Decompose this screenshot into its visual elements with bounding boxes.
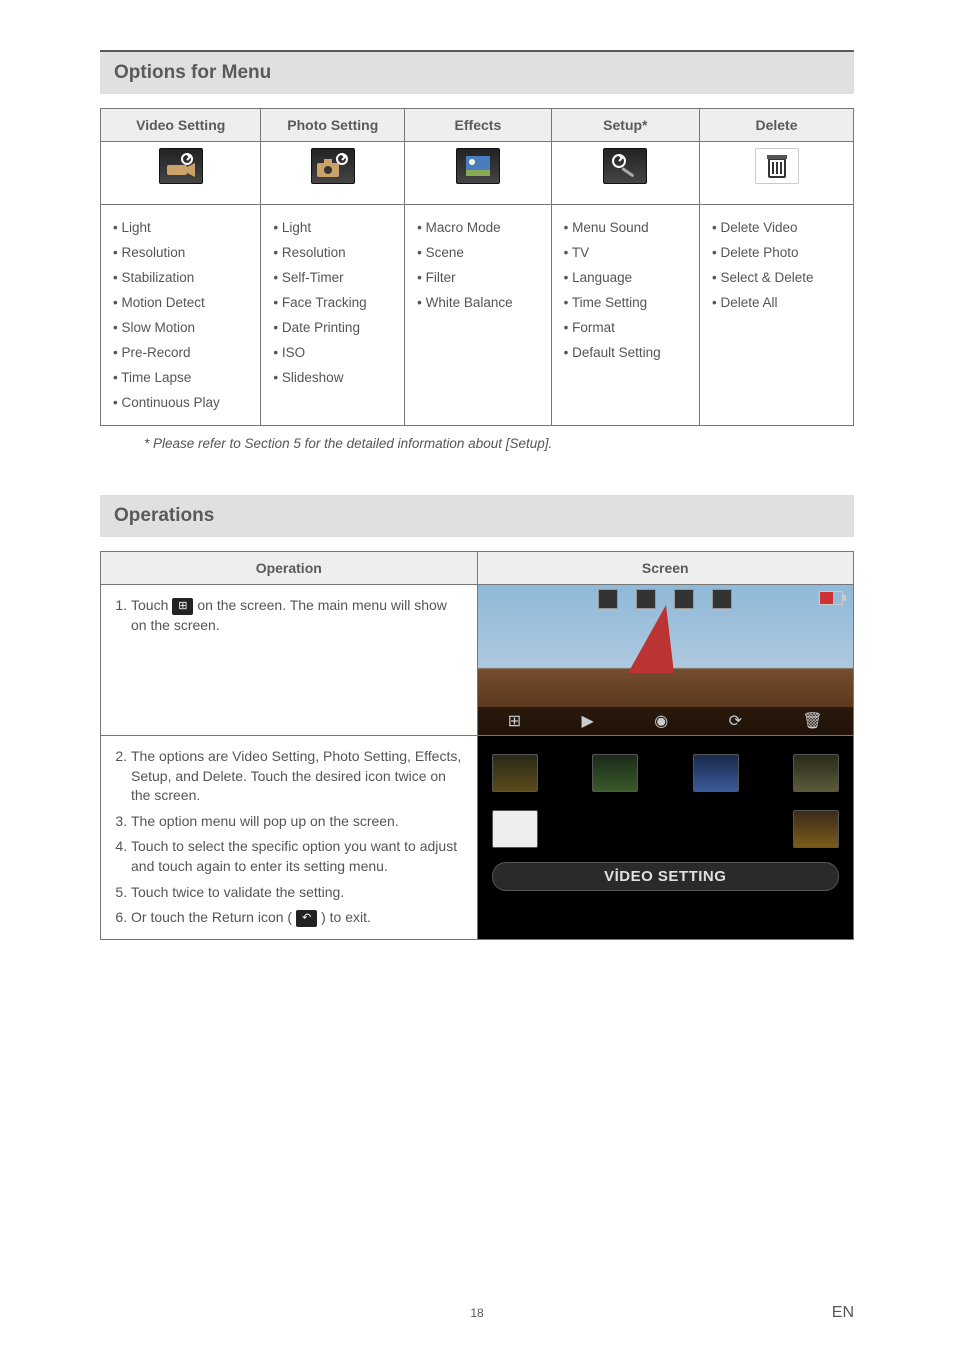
menu-icon[interactable]: ⊞ [508, 711, 521, 731]
opt-item: Resolution [113, 240, 250, 265]
opt-item: Delete Photo [712, 240, 843, 265]
opt-item: Delete Video [712, 215, 843, 240]
section-title-operations: Operations [100, 495, 854, 537]
screen1-bottom-bar: ⊞ ▶ ◉ ⟳ 🗑 [478, 707, 854, 735]
opt-item: Language [564, 265, 689, 290]
trash-icon[interactable]: 🗑 [802, 711, 822, 731]
opt-item: Continuous Play [113, 390, 250, 415]
screen-preview-1: ⊞ ▶ ◉ ⟳ 🗑 [477, 585, 854, 736]
icon-cell-setup [551, 142, 699, 205]
photo-setting-tile[interactable] [592, 754, 638, 792]
flower-icon[interactable] [712, 589, 732, 609]
icon-cell-delete [700, 142, 854, 205]
page-footer: 18 [0, 1304, 954, 1322]
delete-icon [755, 148, 799, 184]
opt-item: TV [564, 240, 689, 265]
menu-grid-icon[interactable]: ⊞ [172, 598, 193, 615]
opts-setup: Menu Sound TV Language Time Setting Form… [551, 205, 699, 426]
col-header-effects: Effects [405, 109, 552, 142]
opt-item: Format [564, 315, 689, 340]
ops-header-operation: Operation [101, 552, 478, 585]
lightning-icon[interactable] [598, 589, 618, 609]
opt-item: Slideshow [273, 365, 394, 390]
video-setting-icon [159, 148, 203, 184]
opt-item: Light [113, 215, 250, 240]
opt-item: Resolution [273, 240, 394, 265]
focus-icon[interactable] [674, 589, 694, 609]
col-header-setup: Setup* [551, 109, 699, 142]
col-header-photo: Photo Setting [261, 109, 405, 142]
opt-item: Delete All [712, 290, 843, 315]
section-title-options: Options for Menu [100, 50, 854, 94]
battery-icon [819, 591, 843, 605]
opt-item: Default Setting [564, 340, 689, 365]
return-arrow-icon[interactable]: ↶ [296, 910, 317, 927]
opt-item: Time Lapse [113, 365, 250, 390]
opt-item: White Balance [417, 290, 541, 315]
play-icon[interactable]: ▶ [582, 711, 594, 731]
return-tile[interactable] [793, 810, 839, 848]
photo-setting-icon [311, 148, 355, 184]
icon-cell-effects [405, 142, 552, 205]
camera-icon[interactable]: ◉ [654, 711, 668, 731]
switch-icon[interactable]: ⟳ [729, 711, 742, 731]
ops-step-6: Or touch the Return icon ( ↶ ) to exit. [131, 905, 463, 931]
options-table: Video Setting Photo Setting Effects Setu… [100, 108, 854, 426]
page-number: 18 [470, 1306, 483, 1320]
setup-footnote: * Please refer to Section 5 for the deta… [144, 436, 854, 451]
setup-icon [603, 148, 647, 184]
opt-item: Face Tracking [273, 290, 394, 315]
col-header-video: Video Setting [101, 109, 261, 142]
menu-grid-row2 [492, 810, 840, 848]
opt-item: Self-Timer [273, 265, 394, 290]
opts-photo: Light Resolution Self-Timer Face Trackin… [261, 205, 405, 426]
ops-step-1: Touch ⊞ on the screen. The main menu wil… [131, 593, 463, 638]
delete-tile[interactable] [492, 810, 538, 848]
opts-effects: Macro Mode Scene Filter White Balance [405, 205, 552, 426]
effects-icon [456, 148, 500, 184]
menu-grid-row1 [492, 754, 840, 792]
opt-item: Macro Mode [417, 215, 541, 240]
step6-text-b: ) to exit. [321, 909, 371, 925]
effects-tile[interactable] [693, 754, 739, 792]
opt-item: Menu Sound [564, 215, 689, 240]
step1-text-a: Touch [131, 597, 168, 613]
screen-preview-2: VİDEO SETTING [477, 736, 854, 940]
opt-item: Motion Detect [113, 290, 250, 315]
ops-step-5: Touch twice to validate the setting. [131, 880, 463, 906]
video-setting-label: VİDEO SETTING [492, 862, 840, 891]
opt-item: Slow Motion [113, 315, 250, 340]
col-header-delete: Delete [700, 109, 854, 142]
opts-video: Light Resolution Stabilization Motion De… [101, 205, 261, 426]
operations-table: Operation Screen Touch ⊞ on the screen. … [100, 551, 854, 940]
language-indicator: EN [832, 1304, 854, 1322]
opt-item: Select & Delete [712, 265, 843, 290]
opt-item: Filter [417, 265, 541, 290]
opt-item: Stabilization [113, 265, 250, 290]
icon-cell-photo [261, 142, 405, 205]
video-setting-tile[interactable] [492, 754, 538, 792]
setup-tile[interactable] [793, 754, 839, 792]
opt-item: Date Printing [273, 315, 394, 340]
icon-cell-video [101, 142, 261, 205]
ops-step-4: Touch to select the specific option you … [131, 834, 463, 879]
ops-step-2: The options are Video Setting, Photo Set… [131, 744, 463, 809]
opt-item: Pre-Record [113, 340, 250, 365]
ops-step-3: The option menu will pop up on the scree… [131, 809, 463, 835]
opts-delete: Delete Video Delete Photo Select & Delet… [700, 205, 854, 426]
opt-item: Time Setting [564, 290, 689, 315]
opt-item: Scene [417, 240, 541, 265]
ops-steps-2to6-cell: The options are Video Setting, Photo Set… [101, 736, 478, 940]
step6-text-a: Or touch the Return icon ( [131, 909, 292, 925]
opt-item: Light [273, 215, 394, 240]
sailboat-graphic [628, 605, 674, 673]
ops-step1-cell: Touch ⊞ on the screen. The main menu wil… [101, 585, 478, 736]
opt-item: ISO [273, 340, 394, 365]
ops-header-screen: Screen [477, 552, 854, 585]
